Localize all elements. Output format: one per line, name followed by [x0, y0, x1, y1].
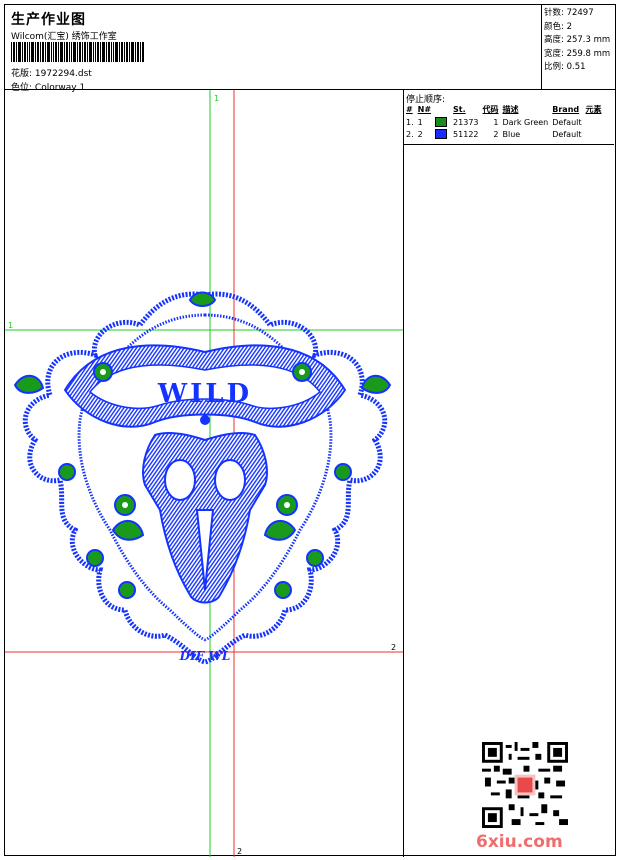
marker-red-bottom: 2 — [237, 847, 242, 856]
qr-code — [482, 742, 568, 828]
design-canvas[interactable]: WILD DIF WL 1 1 2 2 — [5, 90, 403, 857]
stat-stitches: 针数: 72497 — [544, 8, 594, 18]
row-element — [586, 128, 606, 140]
design-value: 1972294.dst — [34, 69, 92, 79]
row-brand: Default — [552, 129, 582, 139]
table-header-row: # N# St. 代码 描述 Brand 元素 — [406, 104, 606, 116]
stats-panel: 针数: 72497 颜色: 2 高度: 257.3 mm 宽度: 259.8 m… — [541, 5, 615, 89]
row-n: 2 — [417, 129, 423, 139]
design-label: 花版: — [11, 69, 33, 79]
row-code: 51122 — [453, 129, 479, 139]
table-row[interactable]: 1. 1 21373 1 Dark Green Default — [406, 116, 606, 128]
col-desc: 描述 — [502, 105, 519, 114]
skull-motif — [142, 415, 268, 604]
col-code: 代码 — [482, 105, 499, 114]
row-code: 21373 — [453, 117, 479, 127]
marker-green-left: 1 — [8, 321, 13, 330]
row-n: 1 — [417, 117, 423, 127]
stat-height: 高度: 257.3 mm — [544, 35, 611, 45]
banner-lettering: WILD — [157, 379, 252, 409]
page-title: 生产作业图 — [11, 12, 86, 28]
production-sheet: 生产作业图 Wilcom(汇宝) 绣饰工作室 花版: 1972294.dst 色 — [4, 4, 616, 857]
col-st: St. — [453, 105, 466, 114]
row-st: 2 — [493, 129, 499, 139]
col-swatch — [435, 104, 453, 116]
marker-green-top: 1 — [214, 94, 219, 103]
col-num: # — [406, 105, 413, 114]
stat-colors: 颜色: 2 — [544, 21, 572, 32]
row-desc: Dark Green — [502, 117, 549, 127]
color-swatch — [435, 117, 448, 127]
stop-sequence-panel: 停止顺序: # N# St. 代码 描述 Brand 元素 1. 1 21373… — [403, 90, 615, 857]
design-file: 花版: 1972294.dst — [11, 66, 92, 79]
row-swatch — [435, 128, 453, 140]
col-n: N# — [417, 105, 432, 114]
marker-red-right: 2 — [391, 643, 396, 652]
row-element — [586, 116, 606, 128]
row-brand: Default — [552, 117, 582, 127]
col-element: 元素 — [585, 105, 602, 114]
row-num: 2. — [406, 129, 414, 139]
stop-sequence-table: # N# St. 代码 描述 Brand 元素 1. 1 21373 1 Dar… — [406, 104, 606, 140]
embroidery-preview: WILD DIF WL 1 1 2 2 — [5, 90, 403, 857]
table-row[interactable]: 2. 2 51122 2 Blue Default — [406, 128, 606, 140]
stat-width: 宽度: 259.8 mm — [544, 48, 611, 59]
row-num: 1. — [406, 117, 414, 127]
barcode-image — [11, 42, 144, 62]
row-st: 1 — [493, 117, 499, 127]
watermark-logo: 6xiu.com — [476, 832, 563, 852]
panel-divider — [404, 144, 614, 145]
stat-scale: 比例: 0.51 — [544, 62, 586, 72]
col-brand: Brand — [552, 105, 580, 114]
company-name: Wilcom(汇宝) 绣饰工作室 — [11, 32, 117, 42]
color-swatch — [435, 129, 448, 139]
bottom-lettering: DIF WL — [179, 649, 231, 663]
row-swatch — [435, 116, 453, 128]
row-desc: Blue — [502, 129, 521, 139]
